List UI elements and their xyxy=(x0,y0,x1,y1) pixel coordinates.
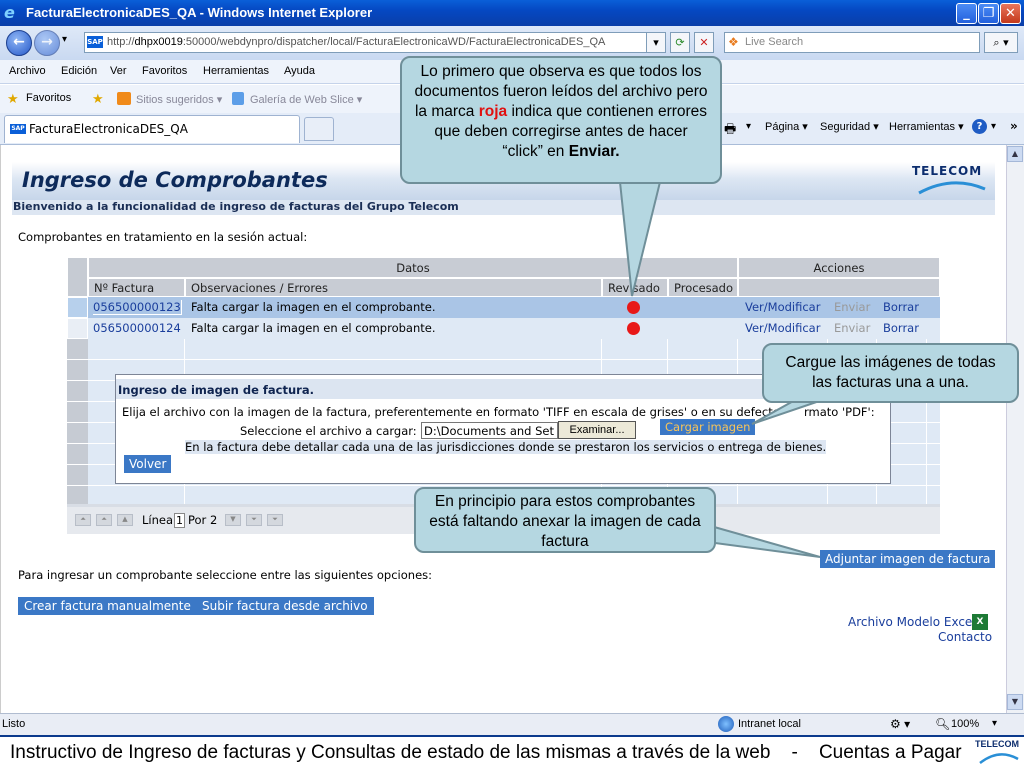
callout-red-word: roja xyxy=(478,103,508,120)
zoom-icon[interactable]: 🔍︎ xyxy=(935,717,950,731)
zoom-level[interactable]: 100% xyxy=(951,718,979,730)
callout-bottom-pointer xyxy=(699,521,821,558)
callout-missing-image: En principio para estos comprobantes est… xyxy=(414,487,716,553)
intranet-globe-icon xyxy=(718,716,734,732)
callout-load-images: Cargue las imágenes de todas las factura… xyxy=(762,343,1019,403)
footer-swoosh-icon xyxy=(979,753,1019,764)
status-text: Listo xyxy=(2,718,26,730)
footer-telecom-logo: TELECOM xyxy=(975,739,1019,749)
slide-footer: Instructivo de Ingreso de facturas y Con… xyxy=(0,735,1024,768)
protected-mode-icon[interactable]: ⚙ ▾ xyxy=(890,717,910,731)
callout-top-pointer xyxy=(618,181,662,297)
callout-errors: Lo primero que observa es que todos los … xyxy=(400,56,722,184)
security-zone[interactable]: Intranet local xyxy=(738,718,801,730)
status-bar: Listo Intranet local ⚙ ▾ 🔍︎ 100% ▾ xyxy=(0,713,1024,735)
zoom-dropdown-icon[interactable]: ▾ xyxy=(992,718,997,729)
callout-send-word: Enviar. xyxy=(568,143,620,160)
footer-caption: Instructivo de Ingreso de facturas y Con… xyxy=(10,742,962,763)
